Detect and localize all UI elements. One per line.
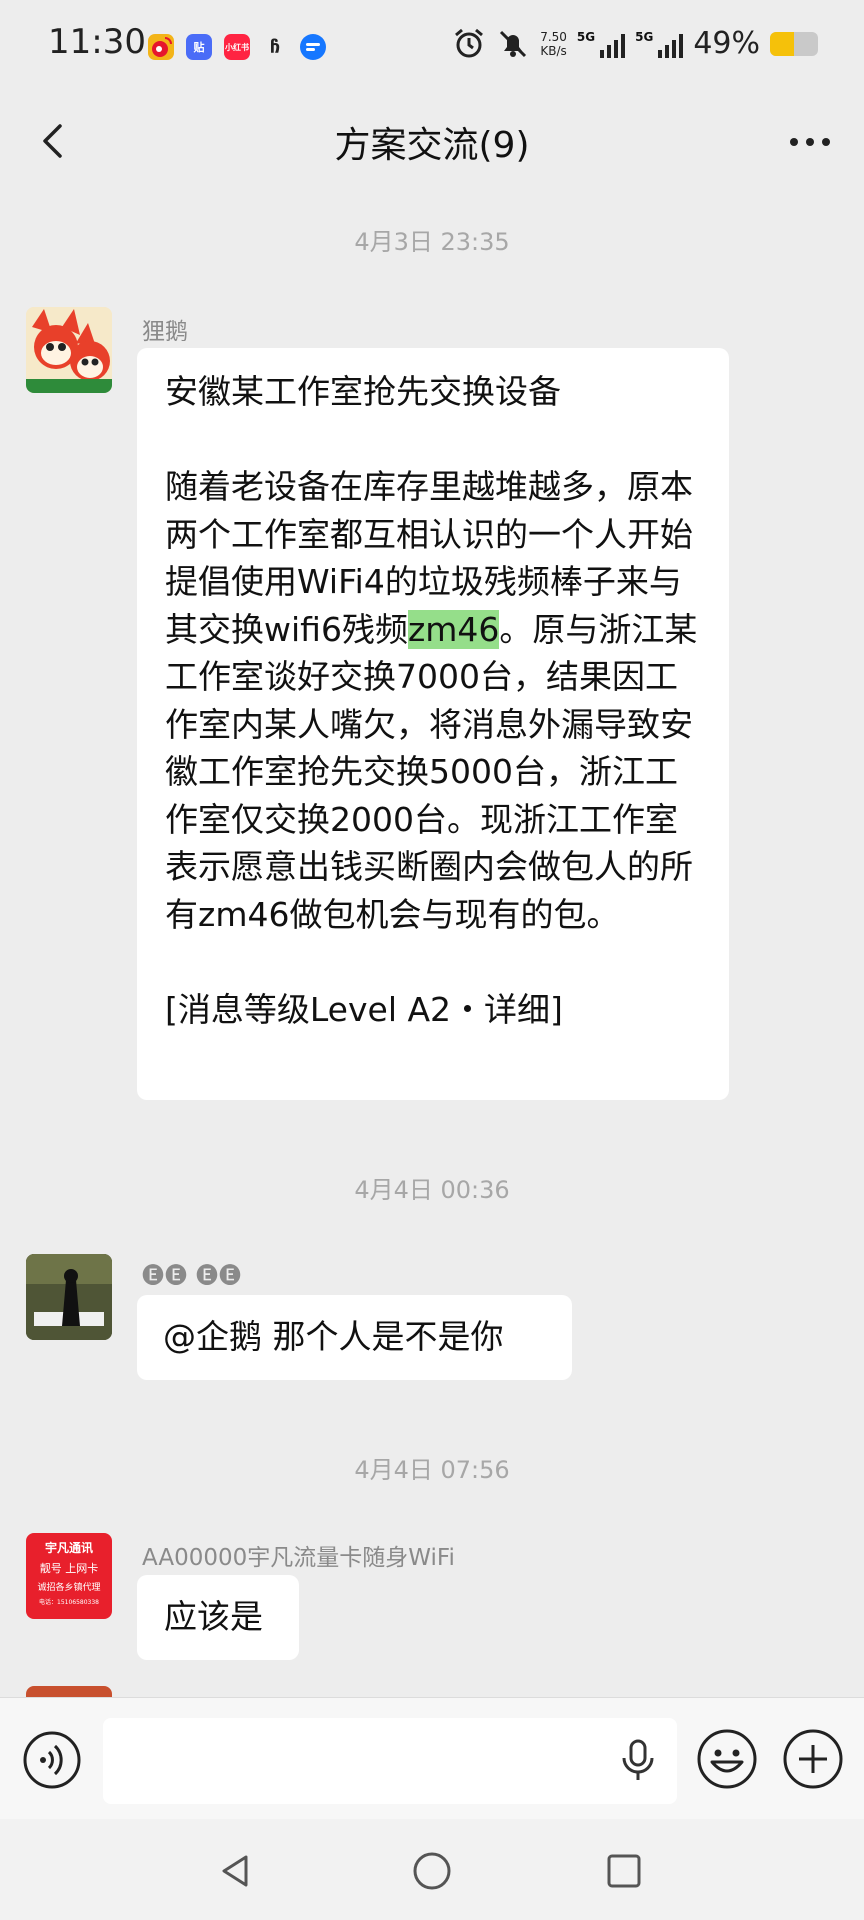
voice-toggle-icon[interactable]: [22, 1730, 82, 1790]
avatar[interactable]: [26, 1686, 112, 1697]
xiaohongshu-icon: 小红书: [224, 34, 250, 60]
app-icon: ჩ: [269, 36, 281, 58]
signal-icon: 5G: [635, 29, 684, 58]
notification-icons: 贴 小红书 ჩ: [148, 34, 326, 60]
sender-name: AA00000宇凡流量卡随身WiFi: [142, 1545, 455, 1571]
mute-bell-icon: [500, 30, 527, 57]
avatar-text-line: 宇凡通讯: [44, 1541, 93, 1555]
avatar-text-line: 靓号 上网卡: [39, 1562, 99, 1575]
alarm-icon: [455, 28, 484, 57]
chat-screen: 11:30 贴 小红书 ჩ 7.50 KB/s 5G 5G 49% 方案交流(9…: [0, 0, 864, 1920]
avatar-text-line: 诚招各乡镇代理: [37, 1583, 101, 1593]
signal-type: 5G: [576, 29, 596, 44]
status-right: 7.50 KB/s 5G 5G 49%: [452, 26, 818, 61]
message-input[interactable]: [103, 1718, 677, 1804]
avatar-text-line: 电话：15106580338: [39, 1599, 99, 1606]
more-options-icon[interactable]: [782, 120, 838, 164]
time-divider: 4月4日 07:56: [354, 1456, 510, 1484]
chat-header: 方案交流(9): [0, 92, 864, 192]
message-text-part: 。原与浙江某工作室谈好交换7000台，结果因工作室内某人嘴欠，将消息外漏导致安徽…: [165, 609, 698, 1029]
nav-back-icon[interactable]: [216, 1851, 256, 1891]
avatar[interactable]: [26, 1254, 112, 1340]
avatar-text: 宇凡通讯 靓号 上网卡 诚招各乡镇代理 电话：15106580338: [26, 1533, 112, 1619]
signal-icon: 5G: [576, 29, 626, 58]
input-bar: [0, 1697, 864, 1820]
time-divider: 4月3日 23:35: [354, 228, 510, 256]
status-bar: 11:30 贴 小红书 ჩ 7.50 KB/s 5G 5G 49%: [0, 0, 864, 92]
message-bubble[interactable]: @企鹅 那个人是不是你: [137, 1295, 572, 1380]
nav-recent-apps-icon[interactable]: [604, 1851, 644, 1891]
message-text: 安徽某工作室抢先交换设备 随着老设备在库存里越堆越多，原本两个工作室都互相认识的…: [165, 368, 704, 1033]
battery-icon: [770, 31, 818, 56]
status-time: 11:30: [48, 22, 146, 62]
network-speed: 7.50 KB/s: [540, 30, 567, 58]
app-icon: [300, 34, 326, 60]
network-speed-unit: KB/s: [540, 43, 567, 58]
system-nav-bar: [0, 1819, 864, 1920]
message-bubble[interactable]: 应该是: [137, 1575, 299, 1660]
battery-percent: 49%: [693, 26, 760, 61]
message-text-part: 安徽某工作室抢先交换设备 随着老设备在库存里越堆越多，原本两个工作室都互相认识的…: [165, 372, 693, 649]
emoji-icon[interactable]: [696, 1728, 758, 1790]
network-speed-value: 7.50: [540, 29, 567, 44]
highlighted-text: zm46: [407, 609, 500, 649]
plus-icon[interactable]: [782, 1728, 844, 1790]
chat-title: 方案交流(9): [334, 125, 530, 166]
sender-name: 狸鹅: [142, 319, 188, 345]
sender-name: 🅔🅔 🅔🅔: [142, 1264, 242, 1289]
message-text: 应该是: [164, 1597, 263, 1636]
battery-fill: [770, 31, 794, 56]
time-divider: 4月4日 00:36: [354, 1176, 510, 1204]
avatar[interactable]: [26, 307, 112, 393]
avatar[interactable]: 宇凡通讯 靓号 上网卡 诚招各乡镇代理 电话：15106580338: [26, 1533, 112, 1619]
tieba-icon: 贴: [186, 34, 212, 60]
message-text: @企鹅 那个人是不是你: [163, 1317, 504, 1356]
signal-type: 5G: [635, 29, 654, 44]
weibo-icon: [148, 34, 174, 60]
message-bubble[interactable]: 安徽某工作室抢先交换设备 随着老设备在库存里越堆越多，原本两个工作室都互相认识的…: [137, 348, 729, 1100]
microphone-icon[interactable]: [618, 1738, 658, 1782]
nav-home-icon[interactable]: [410, 1849, 454, 1893]
